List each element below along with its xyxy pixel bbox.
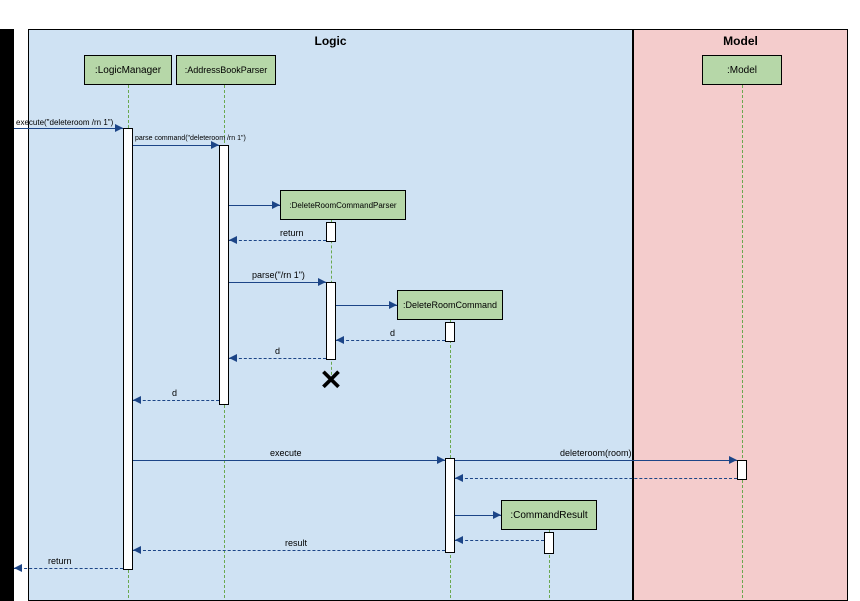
msg-deleteroom-head <box>729 456 737 464</box>
msg-parse-arg <box>229 282 326 283</box>
msg-cr-return <box>455 540 544 541</box>
msg-return-final <box>14 568 123 569</box>
msg-deleteroom <box>455 460 737 461</box>
msg-create-drc <box>336 305 397 306</box>
msg-d2-label: d <box>275 346 280 356</box>
activation-logic-manager <box>123 128 133 570</box>
msg-d3-head <box>133 396 141 404</box>
msg-execute-head <box>437 456 445 464</box>
msg-create-cr-head <box>493 511 501 519</box>
msg-result-label: result <box>285 538 307 548</box>
participant-label: :CommandResult <box>510 510 587 521</box>
msg-parse-command <box>133 145 219 146</box>
participant-deleteroom-command: :DeleteRoomCommand <box>397 290 503 320</box>
msg-create-drc-head <box>389 301 397 309</box>
msg-create-drcp-head <box>272 201 280 209</box>
msg-return-parser-label: return <box>280 228 304 238</box>
msg-execute-entry-head <box>115 124 123 132</box>
msg-result <box>133 550 445 551</box>
msg-return-parser <box>229 240 326 241</box>
sequence-diagram: Logic Model :LogicManager :AddressBookPa… <box>0 0 860 601</box>
participant-label: :DeleteRoomCommand <box>403 300 497 310</box>
destruction-drcp: ✕ <box>319 364 342 397</box>
msg-parse-arg-label: parse("/rn 1") <box>252 270 305 280</box>
msg-d2-head <box>229 354 237 362</box>
msg-execute-label: execute <box>270 448 302 458</box>
participant-label: :AddressBookParser <box>185 65 268 75</box>
region-logic-title: Logic <box>29 34 632 48</box>
msg-return-final-head <box>14 564 22 572</box>
msg-parse-command-label: parse command("deleteroom /rn 1") <box>135 135 246 142</box>
participant-model: :Model <box>702 55 782 85</box>
participant-label: :DeleteRoomCommandParser <box>289 201 396 210</box>
msg-d1-label: d <box>390 328 395 338</box>
region-model-title: Model <box>634 34 847 48</box>
activation-dr-cmd-parser-1 <box>326 222 336 242</box>
activation-dr-cmd-2 <box>445 458 455 553</box>
msg-d3-label: d <box>172 388 177 398</box>
msg-return-parser-head <box>229 236 237 244</box>
msg-deleteroom-label: deleteroom(room) <box>560 448 632 458</box>
msg-cr-return-head <box>455 536 463 544</box>
msg-d2 <box>229 358 326 359</box>
entry-actor-bar <box>0 29 14 601</box>
participant-addressbook-parser: :AddressBookParser <box>176 55 276 85</box>
msg-d3 <box>133 400 219 401</box>
activation-dr-cmd-parser-2 <box>326 282 336 360</box>
region-model: Model <box>633 29 848 601</box>
participant-logic-manager: :LogicManager <box>84 55 172 85</box>
msg-model-return-head <box>455 474 463 482</box>
participant-deleteroom-command-parser: :DeleteRoomCommandParser <box>280 190 406 220</box>
msg-execute-entry <box>14 128 123 129</box>
activation-model <box>737 460 747 480</box>
participant-label: :LogicManager <box>95 65 161 76</box>
msg-d1-head <box>336 336 344 344</box>
msg-execute <box>133 460 445 461</box>
msg-d1 <box>336 340 445 341</box>
msg-parse-arg-head <box>318 278 326 286</box>
msg-parse-command-head <box>211 141 219 149</box>
activation-command-result <box>544 532 554 554</box>
participant-command-result: :CommandResult <box>501 500 597 530</box>
participant-label: :Model <box>727 65 757 76</box>
msg-result-head <box>133 546 141 554</box>
activation-dr-cmd-1 <box>445 322 455 342</box>
msg-execute-entry-label: execute("deleteroom /rn 1") <box>16 118 113 127</box>
msg-model-return <box>455 478 737 479</box>
activation-addressbook-parser <box>219 145 229 405</box>
msg-return-final-label: return <box>48 556 72 566</box>
lifeline-model <box>742 85 743 598</box>
